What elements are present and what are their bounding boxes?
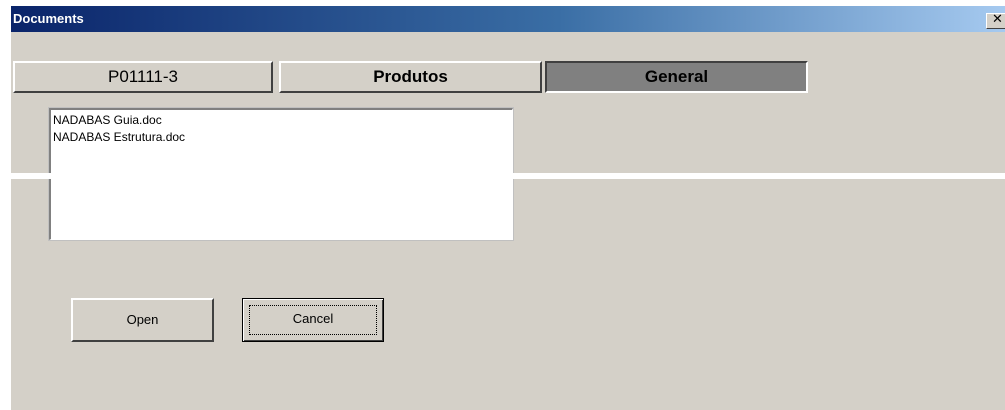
documents-dialog: Documents ✕ P01111-3 Produtos General NA…	[10, 6, 1005, 410]
close-icon: ✕	[992, 12, 1003, 27]
tab-general[interactable]: General	[545, 61, 808, 93]
window-title: Documents	[13, 11, 84, 26]
tab-label: General	[644, 67, 709, 86]
cancel-button-label: Cancel	[292, 311, 334, 326]
list-item[interactable]: NADABAS Estrutura.doc	[53, 130, 185, 144]
close-button[interactable]: ✕	[986, 12, 1005, 29]
tab-produtos[interactable]: Produtos	[279, 61, 542, 93]
open-button-label: Open	[126, 312, 159, 327]
list-item[interactable]: NADABAS Guia.doc	[53, 113, 162, 127]
tab-label: Produtos	[373, 67, 448, 86]
cancel-button[interactable]: Cancel	[242, 298, 384, 342]
tab-label: P01111-3	[108, 67, 178, 86]
open-button[interactable]: Open	[71, 298, 214, 342]
title-bar[interactable]: Documents ✕	[11, 6, 1005, 32]
tab-p01111-3[interactable]: P01111-3	[13, 61, 273, 93]
divider	[11, 173, 1005, 179]
